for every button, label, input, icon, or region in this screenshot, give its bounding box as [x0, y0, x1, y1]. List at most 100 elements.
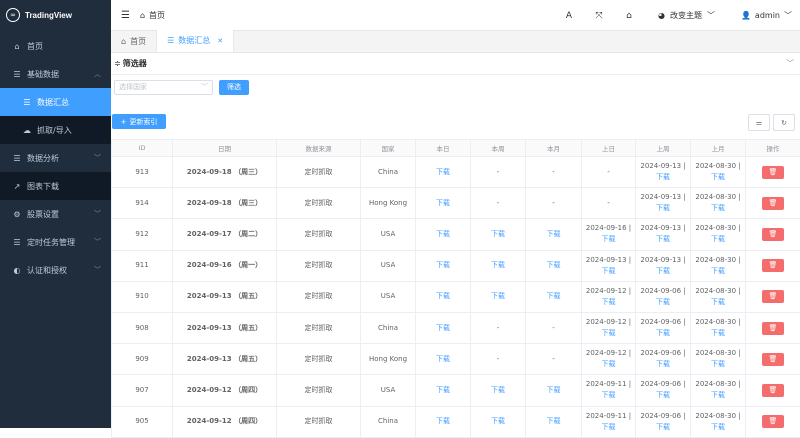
download-today-link[interactable]: 下载 [436, 230, 450, 238]
country-select[interactable]: 选择国家 ﹀ [114, 80, 213, 95]
download-prev-month-link[interactable]: 下载 [711, 423, 725, 431]
user-menu[interactable]: 👤 admin ﹀ [741, 10, 792, 21]
download-prev-week-link[interactable]: 下载 [656, 360, 670, 368]
delete-button[interactable]: 🗑 [762, 415, 784, 428]
download-prev-day-link[interactable]: 下载 [602, 235, 616, 243]
column-header-id[interactable]: ID [112, 140, 173, 157]
sidebar-item-home[interactable]: ⌂首页 [0, 32, 111, 60]
sidebar-item-scheduled-tasks[interactable]: ☰定时任务管理 ﹀ [0, 228, 111, 256]
download-month-link[interactable]: 下载 [547, 230, 561, 238]
refresh-button[interactable]: ↻ [773, 114, 795, 131]
download-week-link[interactable]: 下载 [491, 230, 505, 238]
download-prev-week-link[interactable]: 下载 [656, 329, 670, 337]
sidebar-item-fetch-import[interactable]: ☁抓取/导入 [0, 116, 111, 144]
download-prev-day-link[interactable]: 下载 [602, 360, 616, 368]
delete-button[interactable]: 🗑 [762, 322, 784, 335]
download-month-link[interactable]: 下载 [547, 417, 561, 425]
column-header-prev-day[interactable]: 上日 [582, 140, 636, 157]
download-today-link[interactable]: 下载 [436, 292, 450, 300]
column-header-month[interactable]: 本月 [526, 140, 582, 157]
home-icon[interactable]: ⌂ [614, 11, 644, 21]
download-today-link[interactable]: 下载 [436, 199, 450, 207]
download-prev-month-link[interactable]: 下载 [711, 298, 725, 306]
update-index-button[interactable]: + 更新索引 [112, 114, 166, 129]
download-prev-month-link[interactable]: 下载 [711, 235, 725, 243]
download-prev-day-link[interactable]: 下载 [602, 391, 616, 399]
download-prev-month-link[interactable]: 下载 [711, 360, 725, 368]
download-prev-month-link[interactable]: 下载 [711, 329, 725, 337]
sidebar-item-stock-settings[interactable]: ⚙股票设置 ﹀ [0, 200, 111, 228]
row-country: China [378, 417, 398, 425]
download-month-link[interactable]: 下载 [547, 386, 561, 394]
download-week-link[interactable]: 下载 [491, 386, 505, 394]
close-icon[interactable]: ✕ [217, 37, 223, 45]
sidebar-item-basic-data[interactable]: ☰基础数据 ︿ [0, 60, 111, 88]
download-week-link[interactable]: 下载 [491, 417, 505, 425]
row-id: 907 [135, 386, 148, 394]
download-prev-day-link[interactable]: 下载 [602, 298, 616, 306]
delete-button[interactable]: 🗑 [762, 290, 784, 303]
sidebar-item-data-summary[interactable]: ☰数据汇总 [0, 88, 111, 116]
download-prev-week-link[interactable]: 下载 [656, 173, 670, 181]
filter-button[interactable]: 筛选 [219, 80, 249, 95]
download-prev-week-link[interactable]: 下载 [656, 298, 670, 306]
column-settings-button[interactable]: ⚌ [748, 114, 770, 131]
prev-week-date: 2024-09-06 | [640, 380, 685, 388]
column-header-prev-month[interactable]: 上月 [691, 140, 746, 157]
cell-today: 下载 [416, 157, 471, 188]
download-prev-month-link[interactable]: 下载 [711, 391, 725, 399]
download-today-link[interactable]: 下载 [436, 261, 450, 269]
filter-panel-header[interactable]: ≑ 筛选器 ﹀ [111, 53, 800, 75]
sidebar-item-data-analysis[interactable]: ☰数据分析 ﹀ [0, 144, 111, 172]
shield-icon: ◐ [12, 266, 22, 275]
sidebar-item-chart-download[interactable]: ↗图表下载 [0, 172, 111, 200]
country-select-placeholder: 选择国家 [119, 82, 147, 92]
download-today-link[interactable]: 下载 [436, 355, 450, 363]
download-prev-day-link[interactable]: 下载 [602, 423, 616, 431]
column-header-country[interactable]: 国家 [361, 140, 416, 157]
download-today-link[interactable]: 下载 [436, 168, 450, 176]
delete-button[interactable]: 🗑 [762, 197, 784, 210]
download-prev-week-link[interactable]: 下载 [656, 423, 670, 431]
download-prev-week-link[interactable]: 下载 [656, 235, 670, 243]
tag-data-summary[interactable]: ☰ 数据汇总 ✕ [157, 30, 234, 52]
cell-actions: 🗑 [746, 344, 800, 375]
theme-switcher[interactable]: ◕ 改变主题 ﹀ [658, 10, 715, 21]
sidebar-item-auth[interactable]: ◐认证和授权 ﹀ [0, 256, 111, 284]
delete-button[interactable]: 🗑 [762, 228, 784, 241]
column-header-prev-week[interactable]: 上周 [636, 140, 691, 157]
download-prev-week-link[interactable]: 下载 [656, 391, 670, 399]
column-header-date[interactable]: 日期 [173, 140, 277, 157]
column-header-today[interactable]: 本日 [416, 140, 471, 157]
breadcrumb-item[interactable]: 首页 [149, 10, 165, 21]
delete-button[interactable]: 🗑 [762, 353, 784, 366]
column-header-week[interactable]: 本周 [471, 140, 526, 157]
download-prev-day-link[interactable]: 下载 [602, 329, 616, 337]
row-date: 2024-09-17 （周二） [187, 230, 262, 238]
delete-button[interactable]: 🗑 [762, 384, 784, 397]
download-prev-week-link[interactable]: 下载 [656, 204, 670, 212]
download-today-link[interactable]: 下载 [436, 324, 450, 332]
download-month-link[interactable]: 下载 [547, 292, 561, 300]
cell-source: 定时抓取 [277, 406, 361, 437]
download-prev-month-link[interactable]: 下载 [711, 267, 725, 275]
font-size-icon[interactable]: A [554, 11, 584, 21]
delete-button[interactable]: 🗑 [762, 166, 784, 179]
download-week-link[interactable]: 下载 [491, 292, 505, 300]
download-week-link[interactable]: 下载 [491, 261, 505, 269]
download-month-link[interactable]: 下载 [547, 261, 561, 269]
download-today-link[interactable]: 下载 [436, 386, 450, 394]
fullscreen-icon[interactable]: ⤧ [584, 11, 614, 21]
delete-button[interactable]: 🗑 [762, 259, 784, 272]
download-week-link-empty: - [497, 324, 500, 332]
download-prev-month-link[interactable]: 下载 [711, 204, 725, 212]
logo[interactable]: ∞ TradingView [0, 0, 111, 30]
download-today-link[interactable]: 下载 [436, 417, 450, 425]
download-prev-week-link[interactable]: 下载 [656, 267, 670, 275]
download-month-link-empty: - [552, 199, 555, 207]
download-prev-day-link[interactable]: 下载 [602, 267, 616, 275]
download-prev-month-link[interactable]: 下载 [711, 173, 725, 181]
tag-home[interactable]: ⌂ 首页 [111, 30, 157, 52]
column-header-source[interactable]: 数据来源 [277, 140, 361, 157]
hamburger-icon[interactable]: ☰ [121, 10, 130, 21]
